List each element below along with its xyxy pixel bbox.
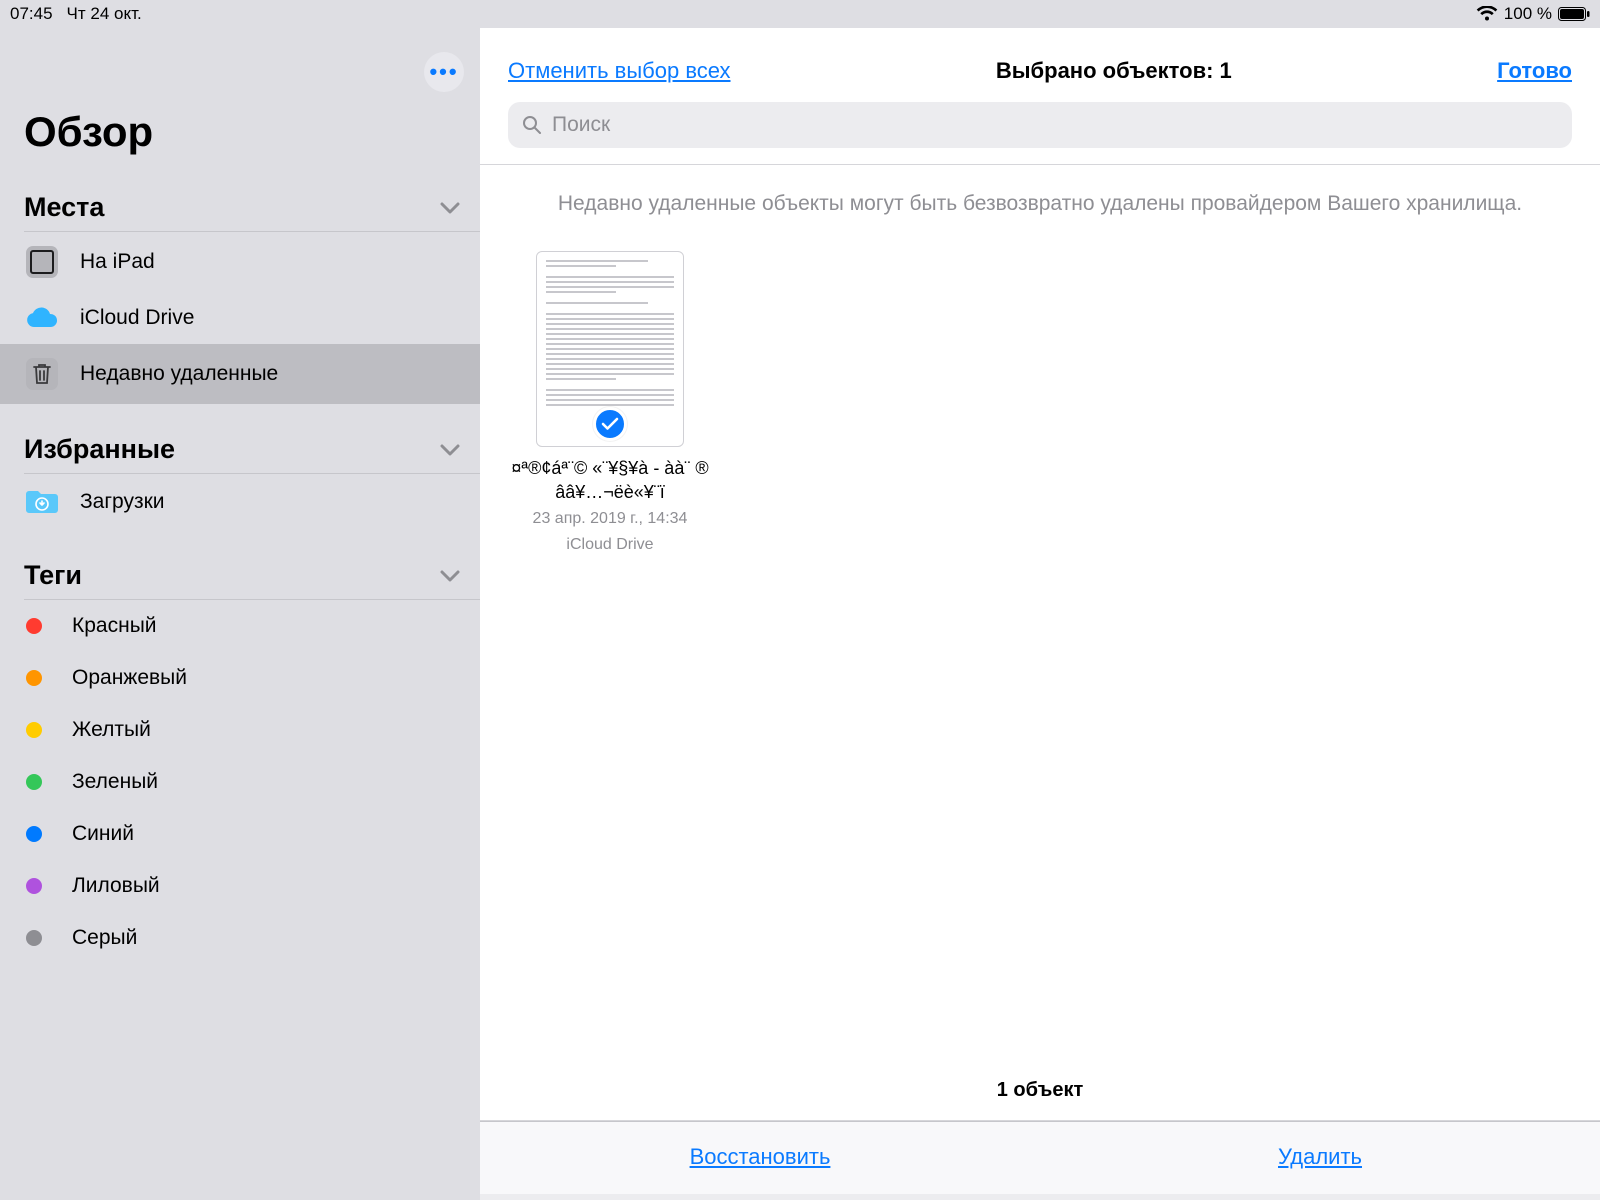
file-grid: ¤ª®¢áª¨© «¨¥§¥à - àà¨ ®ââ¥…¬ëè«¥¨ï 23 ап… bbox=[480, 237, 1600, 1061]
section-header-places[interactable]: Места bbox=[0, 184, 480, 231]
sidebar-item-icloud-drive[interactable]: iCloud Drive bbox=[0, 292, 480, 344]
deselect-all-button[interactable]: Отменить выбор всех bbox=[508, 58, 731, 84]
ellipsis-icon: ••• bbox=[429, 59, 458, 85]
browse-sidebar: ••• Обзор Места На iPad iCloud Drive bbox=[0, 28, 480, 1200]
selected-checkmark-icon bbox=[593, 407, 627, 441]
status-bar: 07:45 Чт 24 окт. 100 % bbox=[0, 0, 1600, 28]
done-button[interactable]: Готово bbox=[1497, 58, 1572, 84]
file-item[interactable]: ¤ª®¢áª¨© «¨¥§¥à - àà¨ ®ââ¥…¬ëè«¥¨ï 23 ап… bbox=[510, 251, 710, 555]
sidebar-item-downloads[interactable]: Загрузки bbox=[0, 474, 480, 530]
search-input[interactable]: Поиск bbox=[508, 102, 1572, 148]
selection-count-title: Выбрано объектов: 1 bbox=[731, 58, 1498, 84]
section-header-tags[interactable]: Теги bbox=[0, 552, 480, 599]
content-pane: Отменить выбор всех Выбрано объектов: 1 … bbox=[480, 28, 1600, 1200]
tag-label: Лиловый bbox=[72, 874, 456, 898]
file-location: iCloud Drive bbox=[510, 534, 710, 556]
tag-color-dot bbox=[26, 618, 42, 634]
status-time: 07:45 bbox=[10, 4, 53, 24]
tag-color-dot bbox=[26, 670, 42, 686]
status-date: Чт 24 окт. bbox=[67, 4, 142, 24]
more-options-button[interactable]: ••• bbox=[424, 52, 464, 92]
section-label: Теги bbox=[24, 560, 82, 591]
sidebar-item-label: Загрузки bbox=[80, 490, 456, 514]
tag-label: Синий bbox=[72, 822, 456, 846]
tag-color-dot bbox=[26, 826, 42, 842]
tag-label: Оранжевый bbox=[72, 666, 456, 690]
sidebar-item-label: На iPad bbox=[80, 250, 456, 274]
downloads-folder-icon bbox=[24, 488, 60, 516]
sidebar-item-label: Недавно удаленные bbox=[80, 362, 456, 386]
tag-color-dot bbox=[26, 878, 42, 894]
section-label: Места bbox=[24, 192, 104, 223]
tag-color-dot bbox=[26, 930, 42, 946]
ipad-icon bbox=[26, 246, 58, 278]
tag-label: Зеленый bbox=[72, 770, 456, 794]
chevron-down-icon bbox=[440, 443, 460, 457]
tag-label: Серый bbox=[72, 926, 456, 950]
file-date: 23 апр. 2019 г., 14:34 bbox=[510, 508, 710, 530]
battery-icon bbox=[1558, 7, 1590, 21]
section-label: Избранные bbox=[24, 434, 175, 465]
battery-percent: 100 % bbox=[1504, 4, 1552, 24]
tag-color-dot bbox=[26, 774, 42, 790]
sidebar-tag-item[interactable]: Зеленый bbox=[0, 756, 480, 808]
wifi-icon bbox=[1476, 6, 1498, 22]
search-placeholder: Поиск bbox=[552, 113, 610, 137]
icloud-icon bbox=[24, 307, 60, 329]
delete-button[interactable]: Удалить bbox=[1040, 1122, 1600, 1194]
sidebar-tag-item[interactable]: Красный bbox=[0, 600, 480, 652]
bottom-toolbar: Восстановить Удалить bbox=[480, 1121, 1600, 1194]
search-icon bbox=[522, 115, 542, 135]
sidebar-item-label: iCloud Drive bbox=[80, 306, 456, 330]
chevron-down-icon bbox=[440, 569, 460, 583]
sidebar-title: Обзор bbox=[0, 98, 480, 184]
sidebar-tag-item[interactable]: Синий bbox=[0, 808, 480, 860]
sidebar-tag-item[interactable]: Желтый bbox=[0, 704, 480, 756]
tag-label: Желтый bbox=[72, 718, 456, 742]
sidebar-item-recently-deleted[interactable]: Недавно удаленные bbox=[0, 344, 480, 404]
item-count: 1 объект bbox=[480, 1061, 1600, 1120]
recover-button[interactable]: Восстановить bbox=[480, 1122, 1040, 1194]
sidebar-tag-item[interactable]: Оранжевый bbox=[0, 652, 480, 704]
deleted-items-warning: Недавно удаленные объекты могут быть без… bbox=[480, 165, 1600, 237]
tag-label: Красный bbox=[72, 614, 456, 638]
trash-icon bbox=[26, 358, 58, 390]
section-header-favorites[interactable]: Избранные bbox=[0, 426, 480, 473]
chevron-down-icon bbox=[440, 201, 460, 215]
sidebar-item-on-ipad[interactable]: На iPad bbox=[0, 232, 480, 292]
selection-toolbar: Отменить выбор всех Выбрано объектов: 1 … bbox=[480, 28, 1600, 102]
sidebar-tag-item[interactable]: Серый bbox=[0, 912, 480, 964]
file-name: ¤ª®¢áª¨© «¨¥§¥à - àà¨ ®ââ¥…¬ëè«¥¨ï bbox=[510, 457, 710, 504]
tag-color-dot bbox=[26, 722, 42, 738]
sidebar-tag-item[interactable]: Лиловый bbox=[0, 860, 480, 912]
